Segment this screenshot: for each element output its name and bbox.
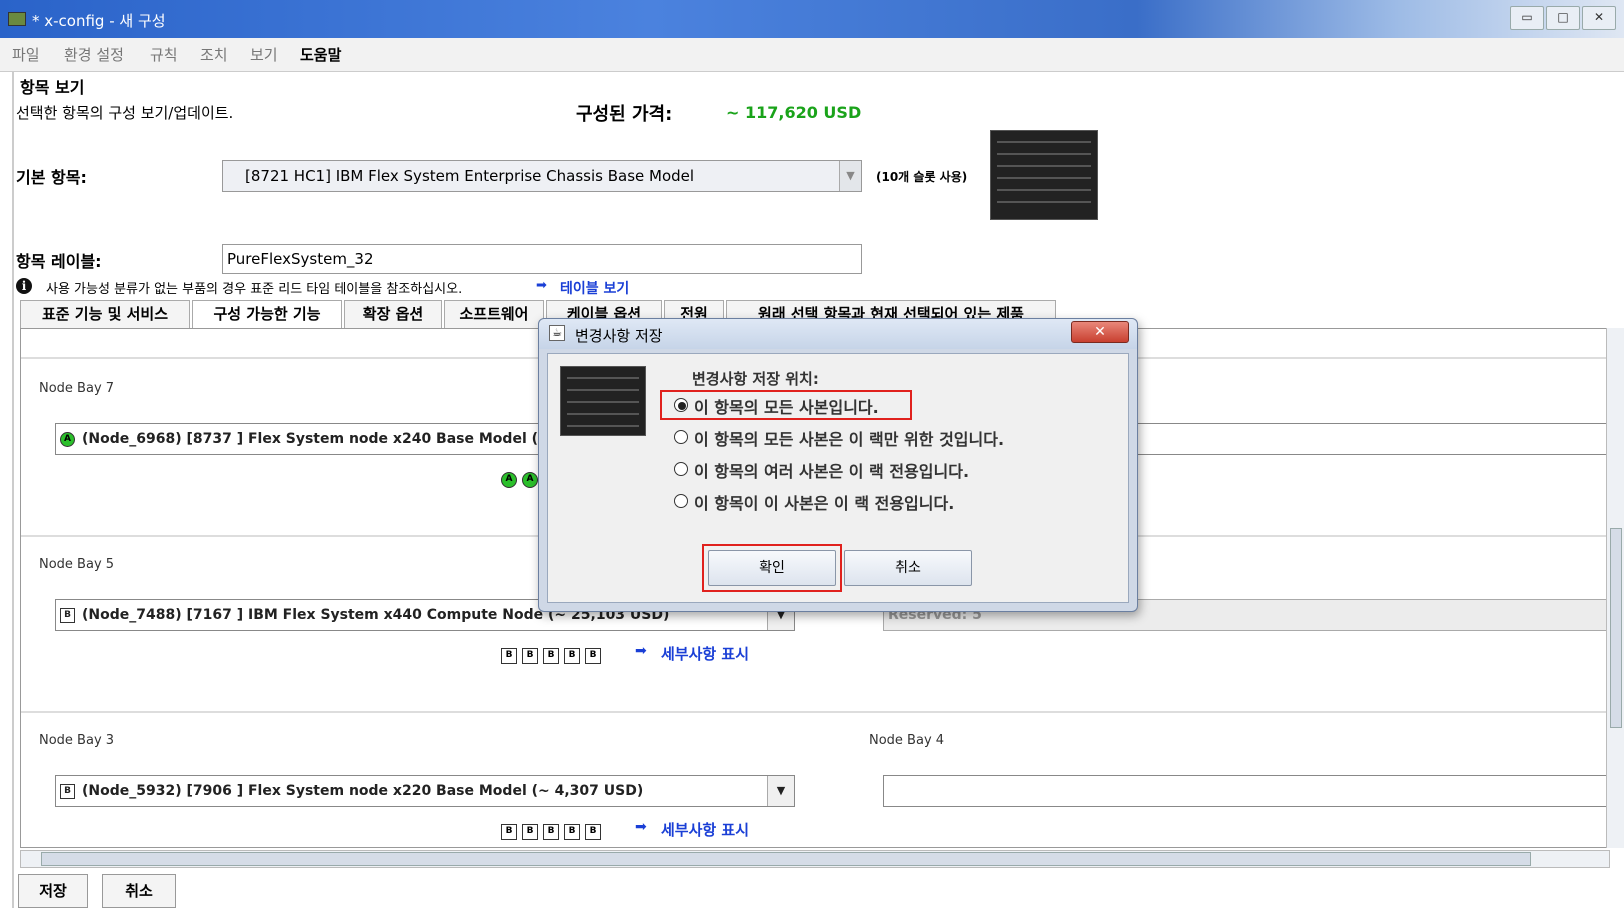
base-item-value: [8721 HC1] IBM Flex System Enterprise Ch… <box>245 167 695 185</box>
menu-view[interactable]: 보기 <box>250 44 278 65</box>
badge-b-icon: B <box>585 824 601 840</box>
slot-count: (10개 슬롯 사용) <box>876 170 968 184</box>
minimize-button[interactable]: ▭ <box>1510 6 1544 30</box>
scroll-thumb[interactable] <box>1610 528 1622 728</box>
dialog-close-button[interactable]: ✕ <box>1071 321 1129 343</box>
badge-b-icon: B <box>501 648 517 664</box>
save-button[interactable]: 저장 <box>18 874 88 908</box>
badge-b-icon: B <box>543 824 559 840</box>
tab-expansion-options[interactable]: 확장 옵션 <box>344 300 442 328</box>
price-label: 구성된 가격: <box>576 104 673 125</box>
base-item-select[interactable]: [8721 HC1] IBM Flex System Enterprise Ch… <box>222 160 862 192</box>
option-rack-only-radio[interactable] <box>674 430 688 444</box>
badge-a-icon: A <box>522 472 538 488</box>
info-icon: i <box>16 278 32 294</box>
show-details-link[interactable]: 세부사항 표시 <box>661 643 749 664</box>
option-all-copies-radio[interactable] <box>674 398 688 412</box>
badge-a-icon: A <box>60 432 75 447</box>
window-title: * x-config - 새 구성 <box>32 12 166 30</box>
info-text: 사용 가능성 분류가 없는 부품의 경우 표준 리드 타임 테이블을 참조하십시… <box>46 282 463 297</box>
title-bar <box>0 0 1624 38</box>
horizontal-scrollbar[interactable] <box>20 850 1610 868</box>
dialog-prompt: 변경사항 저장 위치: <box>692 370 819 388</box>
menu-actions[interactable]: 조치 <box>200 44 228 65</box>
arrow-right-icon: ➡ <box>635 819 647 835</box>
chassis-image <box>560 366 646 436</box>
chevron-down-icon[interactable]: ▼ <box>839 161 861 191</box>
badge-b-icon: B <box>522 824 538 840</box>
item-label-label: 항목 레이블: <box>16 252 102 271</box>
badge-b-icon: B <box>522 648 538 664</box>
option-multiple-copies-label[interactable]: 이 항목의 여러 사본은 이 랙 전용입니다. <box>694 458 969 482</box>
badge-b-icon: B <box>60 784 75 799</box>
ok-button[interactable]: 확인 <box>708 550 836 586</box>
node-bay-7-badges: AA <box>501 469 543 488</box>
badge-a-icon: A <box>501 472 517 488</box>
node-bay-7-value: (Node_6968) [8737 ] Flex System node x24… <box>82 431 565 447</box>
badge-b-icon: B <box>543 648 559 664</box>
base-item-label: 기본 항목: <box>16 168 87 187</box>
node-bay-3-select[interactable]: B (Node_5932) [7906 ] Flex System node x… <box>55 775 795 807</box>
option-all-copies-label[interactable]: 이 항목의 모든 사본입니다. <box>694 394 879 418</box>
badge-b-icon: B <box>501 824 517 840</box>
scroll-thumb[interactable] <box>41 852 1531 866</box>
price-value: ~ 117,620 USD <box>726 103 862 122</box>
close-window-button[interactable]: ✕ <box>1582 6 1616 30</box>
item-label-field[interactable]: PureFlexSystem_32 <box>222 244 862 274</box>
tab-standard-features[interactable]: 표준 기능 및 서비스 <box>20 300 190 328</box>
node-bay-3-label: Node Bay 3 <box>39 733 115 748</box>
node-bay-3-value: (Node_5932) [7906 ] Flex System node x22… <box>82 783 644 799</box>
dialog-cancel-button[interactable]: 취소 <box>844 550 972 586</box>
menu-help[interactable]: 도움말 <box>300 44 341 65</box>
option-rack-only-label[interactable]: 이 항목의 모든 사본은 이 랙만 위한 것입니다. <box>694 426 1004 450</box>
node-bay-4-select[interactable] <box>883 775 1609 807</box>
badge-b-icon: B <box>585 648 601 664</box>
node-bay-7-label: Node Bay 7 <box>39 381 115 396</box>
node-bay-7-select[interactable]: A (Node_6968) [8737 ] Flex System node x… <box>55 423 565 455</box>
vertical-scrollbar[interactable] <box>1606 328 1624 848</box>
chassis-image <box>990 130 1098 220</box>
view-table-link[interactable]: 테이블 보기 <box>560 278 629 298</box>
tab-software[interactable]: 소프트웨어 <box>444 300 544 328</box>
chevron-down-icon[interactable]: ▼ <box>767 776 794 806</box>
menu-file[interactable]: 파일 <box>12 44 40 65</box>
save-changes-dialog: ☕ 변경사항 저장 ✕ 변경사항 저장 위치: 이 항목의 모든 사본입니다. … <box>538 318 1138 612</box>
badge-b-icon: B <box>60 608 75 623</box>
option-this-copy-label[interactable]: 이 항목이 이 사본은 이 랙 전용입니다. <box>694 490 954 514</box>
tab-configurable-features[interactable]: 구성 가능한 기능 <box>192 300 342 329</box>
arrow-right-icon: ➡ <box>536 278 547 293</box>
window-controls: ▭ □ ✕ <box>1510 6 1616 30</box>
menu-preferences[interactable]: 환경 설정 <box>64 44 124 65</box>
java-icon: ☕ <box>549 325 565 341</box>
dialog-title: 변경사항 저장 <box>575 327 663 345</box>
menu-rules[interactable]: 규칙 <box>150 44 178 65</box>
app-icon <box>8 12 26 26</box>
show-details-link[interactable]: 세부사항 표시 <box>661 819 749 840</box>
panel-title: 항목 보기 <box>18 74 87 98</box>
node-bay-5-badges: BBBBB <box>501 645 606 664</box>
node-bay-4-label: Node Bay 4 <box>869 733 945 748</box>
option-multiple-copies-radio[interactable] <box>674 462 688 476</box>
badge-b-icon: B <box>564 824 580 840</box>
node-bay-3-badges: BBBBB <box>501 821 606 840</box>
option-this-copy-radio[interactable] <box>674 494 688 508</box>
menu-bar <box>0 38 1624 72</box>
node-bay-8-select[interactable] <box>1101 423 1609 455</box>
panel-subtitle: 선택한 항목의 구성 보기/업데이트. <box>16 104 234 122</box>
arrow-right-icon: ➡ <box>635 643 647 659</box>
maximize-button[interactable]: □ <box>1546 6 1580 30</box>
badge-b-icon: B <box>564 648 580 664</box>
node-bay-5-label: Node Bay 5 <box>39 557 115 572</box>
dialog-body: 변경사항 저장 위치: 이 항목의 모든 사본입니다. 이 항목의 모든 사본은… <box>547 353 1129 603</box>
cancel-button[interactable]: 취소 <box>102 874 176 908</box>
